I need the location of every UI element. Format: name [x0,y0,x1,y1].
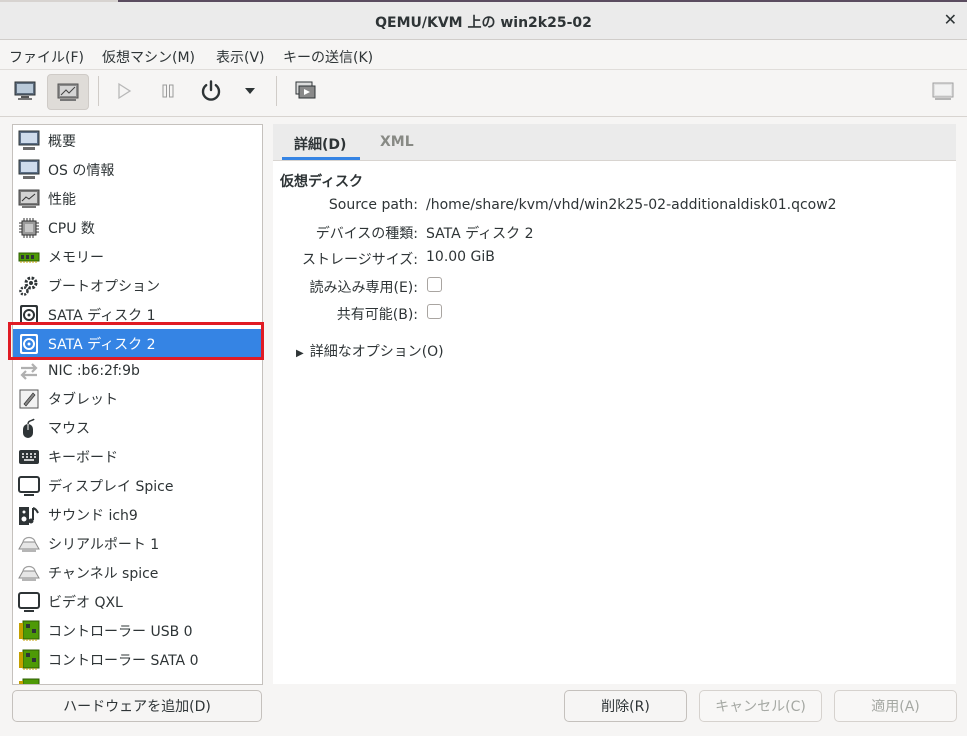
hw-item-memory[interactable]: メモリー [13,242,262,271]
hw-item-serial-port[interactable]: シリアルポート 1 [13,529,262,558]
hw-item-performance[interactable]: 性能 [13,184,262,213]
tab-details[interactable]: 詳細(D) [294,134,346,154]
cpu-icon [17,216,41,240]
controller-icon [17,677,41,684]
tab-bar: 詳細(D) XML [273,124,956,161]
add-hardware-button[interactable]: ハードウェアを追加(D) [12,690,262,722]
hw-item-video-qxl[interactable]: ビデオ QXL [13,587,262,616]
menu-view[interactable]: 表示(V) [216,47,265,67]
serial-icon [17,532,41,556]
menu-vm[interactable]: 仮想マシン(M) [102,47,195,67]
title-bar: QEMU/KVM 上の win2k25-02 ✕ [0,2,967,40]
hardware-list: 概要 OS の情報 性能 CPU 数 メモリー ブートオプション SATA ディ… [12,124,263,685]
storage-size-label: ストレージサイズ: [301,252,418,268]
hw-item-boot-options[interactable]: ブートオプション [13,271,262,300]
power-icon [201,80,221,101]
hw-item-tablet[interactable]: タブレット [13,384,262,413]
monitor-icon [17,129,41,153]
memory-icon [17,245,41,269]
menu-bar: ファイル(F) 仮想マシン(M) 表示(V) キーの送信(K) [0,40,967,70]
window-title: QEMU/KVM 上の win2k25-02 [375,15,592,31]
disk-icon [17,303,41,327]
hw-item-mouse[interactable]: マウス [13,413,262,442]
shareable-checkbox[interactable] [427,304,442,319]
hw-item-controller-partial[interactable] [13,674,262,684]
shareable-label: 共有可能(B): [336,307,418,323]
sound-icon [17,503,41,527]
tablet-icon [17,387,41,411]
tab-xml[interactable]: XML [380,134,414,150]
hw-item-nic[interactable]: NIC :b6:2f:9b [13,356,262,385]
network-icon [17,359,41,383]
toolbar-separator [98,76,99,106]
active-tab-underline [282,157,360,160]
toolbar [0,70,967,117]
console-view-button[interactable] [8,74,42,108]
section-title: 仮想ディスク [280,174,364,190]
controller-icon [17,648,41,672]
source-path-label: Source path: [328,197,418,213]
gears-icon [17,274,41,298]
advanced-options-expander[interactable]: ▶ 詳細なオプション(O) [296,341,444,361]
source-path-value: /home/share/kvm/vhd/win2k25-02-additiona… [426,197,837,213]
hw-item-controller-sata[interactable]: コントローラー SATA 0 [13,645,262,674]
hw-item-sata-disk-2[interactable]: SATA ディスク 2 [13,329,262,358]
apply-button[interactable]: 適用(A) [834,690,957,722]
hw-item-os-info[interactable]: OS の情報 [13,155,262,184]
details-pane: 詳細(D) XML 仮想ディスク Source path: /home/shar… [273,124,956,684]
hw-item-overview[interactable]: 概要 [13,126,262,155]
cancel-button[interactable]: キャンセル(C) [699,690,822,722]
pause-button[interactable] [153,74,183,108]
readonly-checkbox[interactable] [427,277,442,292]
hw-item-sata-disk-1[interactable]: SATA ディスク 1 [13,300,262,329]
close-icon[interactable]: ✕ [944,10,957,29]
hw-item-sound[interactable]: サウンド ich9 [13,500,262,529]
monitor-icon [17,158,41,182]
menu-file[interactable]: ファイル(F) [9,47,84,67]
hw-item-display-spice[interactable]: ディスプレイ Spice [13,471,262,500]
hw-item-channel-spice[interactable]: チャンネル spice [13,558,262,587]
advanced-options-label: 詳細なオプション(O) [309,344,444,360]
fullscreen-monitor-icon [932,82,954,100]
keyboard-icon [17,445,41,469]
menu-send-key[interactable]: キーの送信(K) [283,47,373,67]
pause-icon [162,84,174,98]
toolbar-separator [276,76,277,106]
display-icon [17,474,41,498]
snapshot-icon [295,81,316,99]
monitor-icon [14,81,36,100]
device-type-value: SATA ディスク 2 [426,226,534,242]
graph-icon [17,187,41,211]
shutdown-button[interactable] [195,74,227,108]
storage-size-value: 10.00 GiB [426,249,495,265]
mouse-icon [17,416,41,440]
details-view-button[interactable] [47,74,89,110]
hw-item-controller-usb[interactable]: コントローラー USB 0 [13,616,262,645]
device-type-label: デバイスの種類: [315,226,418,242]
run-button[interactable] [109,74,139,108]
fullscreen-button[interactable] [926,74,960,108]
hw-item-keyboard[interactable]: キーボード [13,442,262,471]
play-icon [118,82,132,100]
remove-button[interactable]: 削除(R) [564,690,687,722]
controller-icon [17,619,41,643]
serial-icon [17,561,41,585]
expander-arrow-icon: ▶ [296,348,304,359]
snapshots-button[interactable] [289,74,321,108]
chevron-down-icon [245,88,255,94]
display-icon [17,590,41,614]
readonly-label: 読み込み専用(E): [309,280,419,296]
details-monitor-icon [57,83,79,101]
disk-icon [17,332,41,356]
hw-item-cpu[interactable]: CPU 数 [13,213,262,242]
shutdown-menu-button[interactable] [238,74,262,108]
